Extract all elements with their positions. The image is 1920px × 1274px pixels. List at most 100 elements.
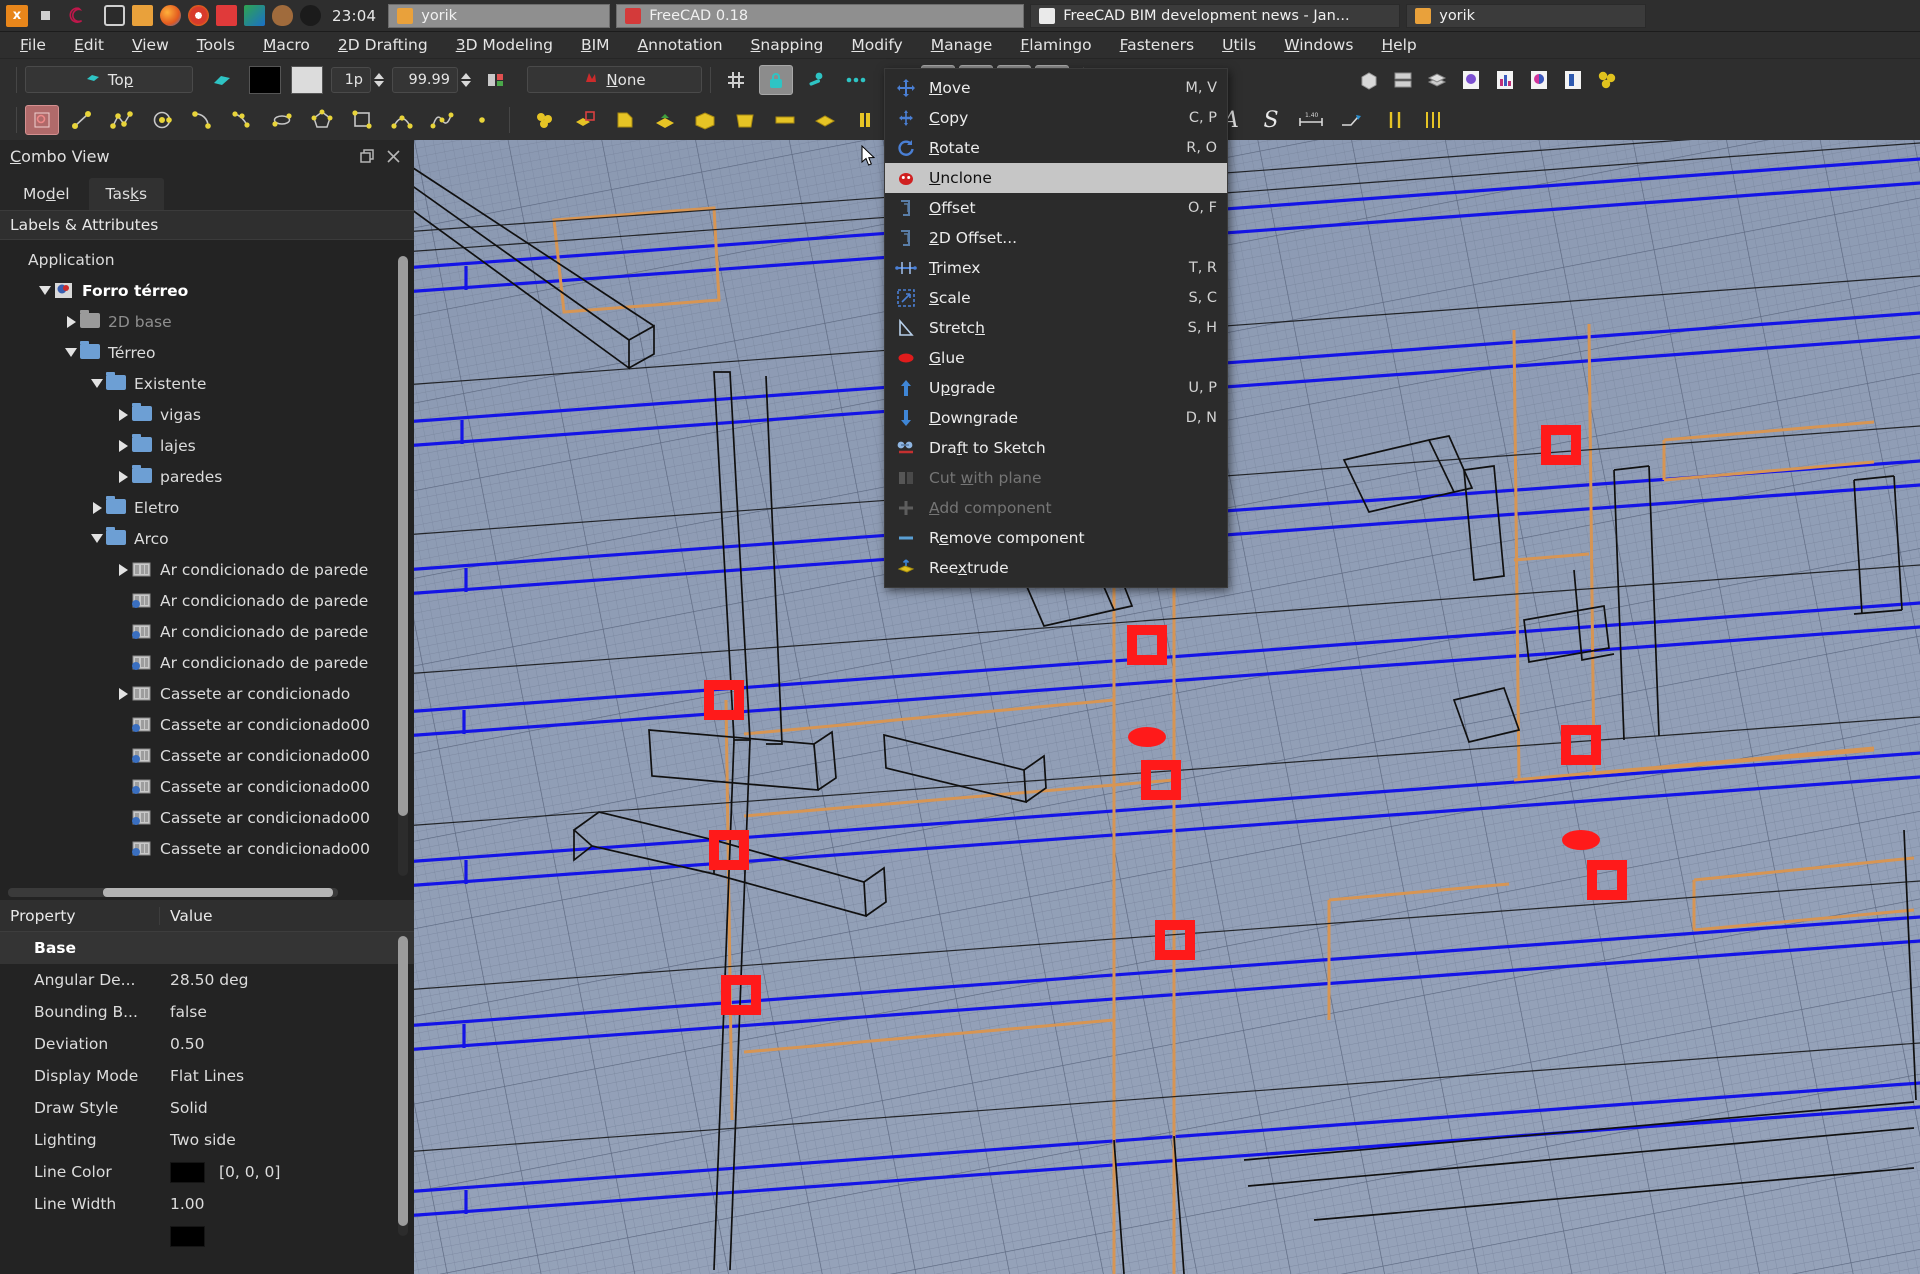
- bim-clone-icon[interactable]: [1590, 65, 1624, 95]
- bim-project-icon[interactable]: [528, 105, 562, 135]
- taskbar-window-3[interactable]: yorik: [1406, 4, 1646, 28]
- tree-item[interactable]: vigas: [0, 399, 414, 430]
- chevron-right-icon[interactable]: [114, 561, 132, 579]
- property-value[interactable]: [160, 1226, 219, 1247]
- property-row[interactable]: Display ModeFlat Lines: [0, 1060, 414, 1092]
- draft-arc-3points-icon[interactable]: [225, 105, 259, 135]
- menu-item-unclone[interactable]: Unclone: [885, 163, 1227, 193]
- draft-line-icon[interactable]: [65, 105, 99, 135]
- property-value[interactable]: Solid: [160, 1099, 208, 1117]
- bim-ifc-icon[interactable]: [1454, 65, 1488, 95]
- tree-item[interactable]: Cassete ar condicionado: [0, 678, 414, 709]
- chevron-right-icon[interactable]: [114, 685, 132, 703]
- property-value[interactable]: [0, 0, 0]: [160, 1162, 280, 1183]
- menu-item-copy[interactable]: CopyC, P: [885, 103, 1227, 133]
- restore-icon[interactable]: [356, 146, 378, 168]
- bim-site-icon[interactable]: [568, 105, 602, 135]
- tree-item[interactable]: Cassete ar condicionado00: [0, 771, 414, 802]
- axis-icon[interactable]: [1378, 105, 1412, 135]
- tree-item[interactable]: Térreo: [0, 337, 414, 368]
- property-group-row[interactable]: Base: [0, 932, 414, 964]
- menu-item-trimex[interactable]: TrimexT, R: [885, 253, 1227, 283]
- menubar-item-edit[interactable]: Edit: [60, 33, 118, 57]
- text-style-selector[interactable]: None: [527, 66, 702, 93]
- debian-menu-icon[interactable]: [66, 5, 88, 27]
- tree-item[interactable]: Arco: [0, 523, 414, 554]
- menubar-item-tools[interactable]: Tools: [183, 33, 249, 57]
- tab-model[interactable]: Model: [6, 178, 87, 210]
- menu-item-glue[interactable]: Glue: [885, 343, 1227, 373]
- color-swatch[interactable]: [170, 1162, 205, 1183]
- freecad-icon[interactable]: [216, 5, 237, 26]
- chevron-down-icon[interactable]: [36, 282, 54, 300]
- property-value[interactable]: 28.50 deg: [160, 971, 249, 989]
- line-width-field[interactable]: 1p: [331, 67, 371, 93]
- property-row[interactable]: Line Width1.00: [0, 1188, 414, 1220]
- property-row[interactable]: Bounding B...false: [0, 996, 414, 1028]
- line-color-swatch[interactable]: [249, 66, 281, 94]
- face-color-swatch[interactable]: [291, 66, 323, 94]
- menu-item-remove-component[interactable]: Remove component: [885, 523, 1227, 553]
- tree-item[interactable]: Ar condicionado de parede: [0, 554, 414, 585]
- working-plane-selector[interactable]: Top: [25, 66, 193, 93]
- menubar-item-help[interactable]: Help: [1367, 33, 1430, 57]
- menubar-item-manage[interactable]: Manage: [917, 33, 1007, 57]
- draft-circle-icon[interactable]: [145, 105, 179, 135]
- window-maximize-icon[interactable]: [34, 5, 56, 27]
- gimp-icon[interactable]: [272, 5, 293, 26]
- property-value[interactable]: Flat Lines: [160, 1067, 244, 1085]
- taskbar-window-1[interactable]: FreeCAD 0.18: [616, 4, 1024, 28]
- menubar-item-annotation[interactable]: Annotation: [624, 33, 737, 57]
- axis-system-icon[interactable]: [1416, 105, 1450, 135]
- property-value[interactable]: 0.50: [160, 1035, 205, 1053]
- menubar-item-file[interactable]: File: [6, 33, 60, 57]
- tree-item[interactable]: Cassete ar condicionado00: [0, 740, 414, 771]
- tree-horizontal-scrollbar[interactable]: [8, 888, 338, 897]
- menu-item-draft-to-sketch[interactable]: Draft to Sketch: [885, 433, 1227, 463]
- draft-polygon-icon[interactable]: [305, 105, 339, 135]
- menu-item-reextrude[interactable]: Reextrude: [885, 553, 1227, 583]
- bim-box-icon[interactable]: [1352, 65, 1386, 95]
- file-manager-icon[interactable]: [132, 5, 153, 26]
- tree-item[interactable]: Forro térreo: [0, 275, 414, 306]
- tree-item[interactable]: Ar condicionado de parede: [0, 616, 414, 647]
- transparency-field[interactable]: 99.99: [392, 67, 458, 93]
- tree-item[interactable]: Cassete ar condicionado00: [0, 802, 414, 833]
- menu-item-downgrade[interactable]: DowngradeD, N: [885, 403, 1227, 433]
- menu-item-move[interactable]: MoveM, V: [885, 73, 1227, 103]
- modify-menu-dropdown[interactable]: MoveM, VCopyC, PRotateR, OUncloneOffsetO…: [884, 68, 1228, 588]
- tree-item[interactable]: lajes: [0, 430, 414, 461]
- menu-item-stretch[interactable]: StretchS, H: [885, 313, 1227, 343]
- menubar-item-bim[interactable]: BIM: [567, 33, 624, 57]
- chevron-right-icon[interactable]: [114, 406, 132, 424]
- bim-chart-icon[interactable]: [1488, 65, 1522, 95]
- bim-structure-icon[interactable]: [728, 105, 762, 135]
- tree-item[interactable]: Cassete ar condicionado00: [0, 833, 414, 864]
- draft-selectplane-icon[interactable]: [25, 105, 59, 135]
- color-swatch[interactable]: [170, 1226, 205, 1247]
- draft-ellipse-icon[interactable]: [265, 105, 299, 135]
- draft-point-icon[interactable]: [465, 105, 499, 135]
- menubar-item-snapping[interactable]: Snapping: [737, 33, 838, 57]
- property-value[interactable]: Two side: [160, 1131, 236, 1149]
- inkscape-icon[interactable]: [244, 5, 265, 26]
- bim-building-icon[interactable]: [608, 105, 642, 135]
- taskbar-window-0[interactable]: yorik: [388, 4, 610, 28]
- menubar-item-windows[interactable]: Windows: [1270, 33, 1367, 57]
- menubar-item-modify[interactable]: Modify: [837, 33, 916, 57]
- menubar-item-utils[interactable]: Utils: [1208, 33, 1270, 57]
- snap-endpoint-icon[interactable]: [799, 65, 833, 95]
- tree-vertical-scrollbar[interactable]: [398, 256, 408, 876]
- chevron-down-icon[interactable]: [62, 344, 80, 362]
- set-working-plane-button[interactable]: [205, 65, 239, 95]
- window-close-icon[interactable]: x: [6, 5, 28, 27]
- tab-tasks[interactable]: Tasks: [89, 178, 165, 210]
- menu-item-2d-offset[interactable]: 2D Offset...: [885, 223, 1227, 253]
- property-row[interactable]: [0, 1220, 414, 1252]
- shape-from-text-icon[interactable]: S: [1254, 105, 1288, 135]
- close-icon[interactable]: [382, 146, 404, 168]
- draft-arc-icon[interactable]: [185, 105, 219, 135]
- menubar-item-3d-modeling[interactable]: 3D Modeling: [442, 33, 567, 57]
- dimension-icon[interactable]: 1.40: [1294, 105, 1328, 135]
- menubar-item-2d-drafting[interactable]: 2D Drafting: [324, 33, 442, 57]
